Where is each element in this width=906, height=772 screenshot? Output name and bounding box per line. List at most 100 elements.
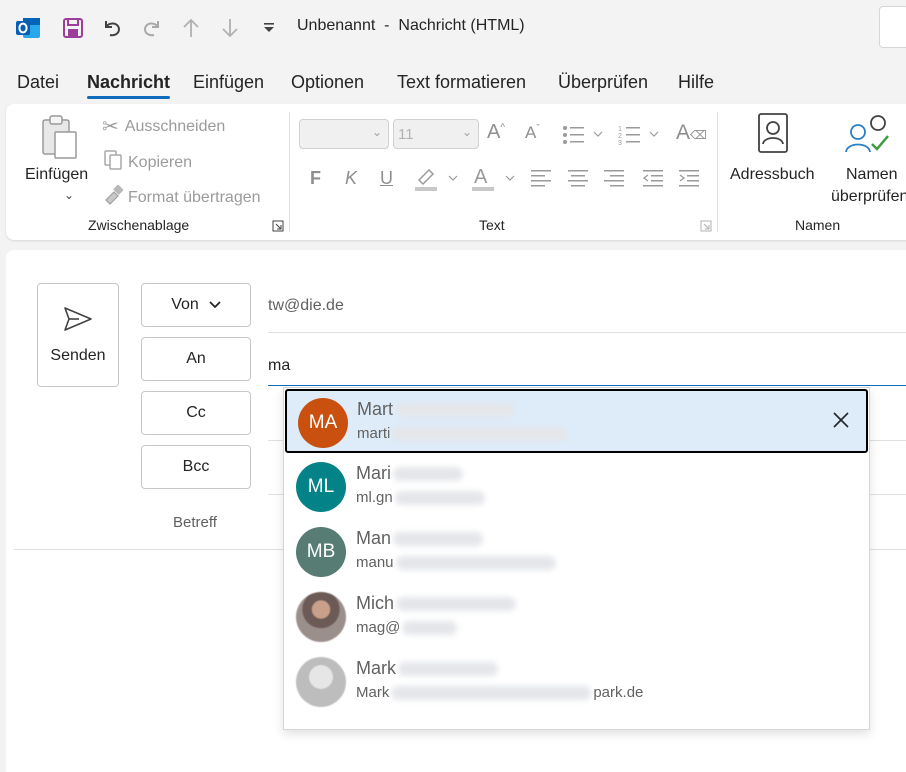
avatar: MA — [298, 398, 348, 448]
tab-datei[interactable]: Datei — [17, 72, 59, 93]
tab-text-formatieren[interactable]: Text formatieren — [397, 72, 526, 93]
suggestion-name: Mari — [356, 463, 463, 484]
bcc-button[interactable]: Bcc — [141, 445, 251, 489]
tab-einfuegen[interactable]: Einfügen — [193, 72, 264, 93]
suggestion-name: Mark — [356, 658, 498, 679]
from-button[interactable]: Von — [141, 283, 251, 327]
suggestion-item[interactable]: MB Man manu — [284, 518, 869, 583]
avatar: ML — [296, 462, 346, 512]
underline-button[interactable]: U — [380, 168, 393, 189]
suggestion-name: Mart — [357, 399, 515, 420]
format-painter-label: Format übertragen — [128, 188, 261, 206]
shrink-font-icon[interactable]: Aˇ — [525, 123, 540, 143]
copy-label: Kopieren — [128, 153, 193, 171]
increase-indent-icon[interactable] — [678, 168, 700, 193]
group-separator — [717, 112, 718, 232]
cut-button[interactable]: ✂ Ausschneiden — [102, 114, 225, 139]
check-names-label-2: überprüfen — [831, 188, 906, 205]
font-name-combo[interactable]: ⌄ — [299, 119, 389, 149]
italic-button[interactable]: K — [345, 168, 357, 189]
from-label: Von — [171, 296, 199, 313]
dialog-launcher-icon[interactable] — [700, 219, 712, 237]
from-value: tw@die.de — [268, 297, 344, 314]
address-book-label: Adressbuch — [730, 166, 815, 183]
redo-icon[interactable] — [138, 14, 166, 42]
suggestion-email: Mark park.de — [356, 684, 644, 701]
suggestion-email: manu — [356, 554, 556, 571]
suggestion-name: Mich — [356, 593, 517, 614]
suggestion-item[interactable]: Mich mag@ — [284, 583, 869, 648]
tab-hilfe[interactable]: Hilfe — [678, 72, 714, 93]
copy-icon — [102, 149, 124, 176]
suggestion-item[interactable]: MA Mart marti — [285, 389, 868, 453]
window-control-button[interactable] — [879, 6, 906, 48]
avatar: MB — [296, 527, 346, 577]
format-painter-button[interactable]: Format übertragen — [102, 184, 261, 211]
send-icon — [63, 306, 93, 337]
decrease-indent-icon[interactable] — [642, 168, 664, 193]
arrow-up-icon[interactable] — [177, 14, 205, 42]
group-label-names: Namen — [795, 217, 841, 233]
numbering-icon[interactable]: 123 — [618, 124, 660, 151]
customize-qat-icon[interactable] — [258, 14, 280, 42]
subject-label: Betreff — [173, 514, 217, 531]
suggestion-item[interactable]: ML Mari ml.gn — [284, 453, 869, 518]
font-size-combo[interactable]: 11 ⌄ — [393, 119, 479, 149]
font-size-value: 11 — [398, 125, 414, 143]
check-names-button[interactable]: Namen überprüfen — [824, 110, 906, 206]
svg-text:1: 1 — [618, 126, 622, 133]
bold-button[interactable]: F — [310, 168, 321, 189]
chevron-down-icon: ⌄ — [371, 125, 382, 139]
address-book-icon — [756, 112, 790, 159]
dialog-launcher-icon[interactable] — [272, 219, 284, 237]
cc-button[interactable]: Cc — [141, 391, 251, 435]
align-center-icon[interactable] — [567, 168, 589, 193]
outlook-logo-icon — [14, 14, 42, 42]
address-book-button[interactable]: Adressbuch — [726, 110, 820, 206]
tab-nachricht[interactable]: Nachricht — [87, 72, 171, 99]
group-label-clipboard: Zwischenablage — [88, 217, 190, 233]
paste-button[interactable]: Einfügen ⌄ — [18, 110, 90, 206]
svg-text:2: 2 — [618, 133, 622, 140]
avatar — [296, 657, 346, 707]
close-icon[interactable] — [828, 407, 854, 433]
to-input[interactable] — [268, 346, 906, 386]
suggestion-email: marti — [357, 425, 568, 442]
bullets-icon[interactable] — [562, 124, 604, 151]
align-right-icon[interactable] — [603, 168, 625, 193]
suggestion-item[interactable]: Mark Mark park.de — [284, 648, 869, 713]
recipient-suggestions: MA Mart marti ML Mari ml.gn MB Man manu … — [283, 387, 870, 730]
group-label-text: Text — [479, 217, 505, 233]
send-label: Senden — [50, 346, 106, 364]
format-painter-icon — [102, 184, 124, 211]
suggestion-email: ml.gn — [356, 489, 485, 506]
window-title: Unbenannt - Nachricht (HTML) — [297, 17, 525, 34]
save-icon[interactable] — [59, 14, 87, 42]
check-names-icon — [844, 112, 892, 161]
tab-ueberpruefen[interactable]: Überprüfen — [558, 72, 648, 93]
font-color-icon[interactable]: A — [468, 164, 516, 197]
grow-font-icon[interactable]: A^ — [487, 121, 505, 144]
cut-label: Ausschneiden — [124, 117, 226, 135]
copy-button[interactable]: Kopieren — [102, 149, 192, 176]
highlight-icon[interactable] — [411, 164, 459, 197]
paste-icon — [40, 114, 80, 165]
to-button[interactable]: An — [141, 337, 251, 381]
send-button[interactable]: Senden — [37, 283, 119, 387]
title-bar: Unbenannt - Nachricht (HTML) — [0, 0, 906, 58]
paste-label: Einfügen — [25, 166, 89, 183]
tab-optionen[interactable]: Optionen — [291, 72, 364, 93]
check-names-label-1: Namen — [846, 166, 898, 183]
svg-text:3: 3 — [618, 140, 622, 146]
suggestion-email: mag@ — [356, 619, 458, 636]
group-separator — [289, 112, 290, 232]
svg-text:A: A — [474, 166, 488, 188]
suggestion-name: Man — [356, 528, 484, 549]
undo-icon[interactable] — [98, 14, 126, 42]
clear-formatting-icon[interactable]: A⌫ — [676, 121, 707, 145]
align-left-icon[interactable] — [530, 168, 552, 193]
arrow-down-icon[interactable] — [216, 14, 244, 42]
menu-bar: Datei Nachricht Einfügen Optionen Text f… — [0, 66, 906, 100]
avatar — [296, 592, 346, 642]
field-divider — [268, 332, 906, 333]
